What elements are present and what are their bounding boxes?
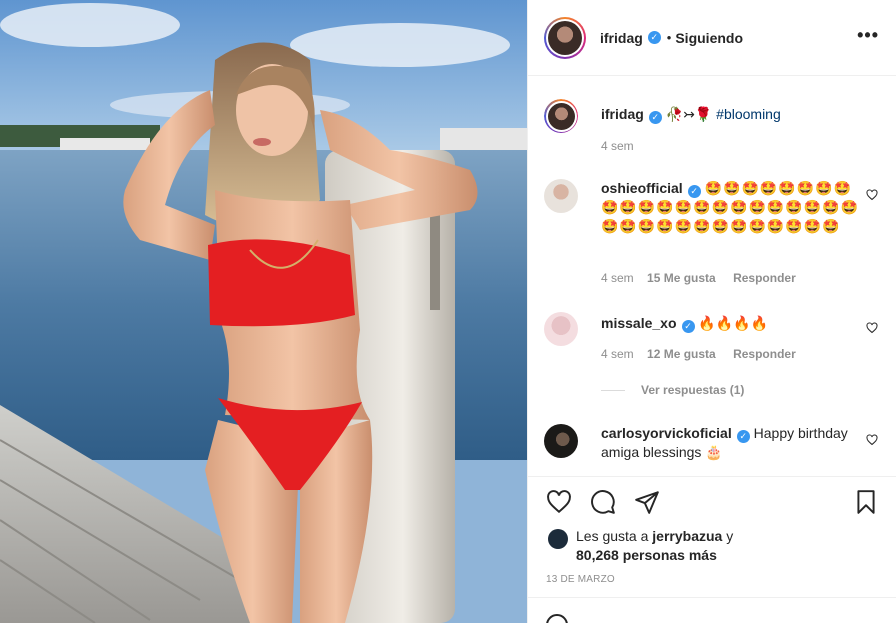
verified-badge-icon: ✓: [736, 430, 750, 443]
post-photo-illustration: [0, 0, 527, 623]
like-heart-icon[interactable]: [546, 489, 572, 515]
comment-likes[interactable]: 12 Me gusta: [647, 347, 716, 361]
post-actions: Les gusta a jerrybazua y 80,268 personas…: [528, 476, 896, 623]
comment-username[interactable]: oshieofficial: [601, 180, 683, 196]
save-bookmark-icon[interactable]: [853, 489, 879, 515]
caption-hashtag[interactable]: #blooming: [716, 106, 781, 122]
share-paper-plane-icon[interactable]: [634, 489, 660, 515]
caption-username[interactable]: ifridag: [601, 106, 644, 122]
add-comment-bar: [528, 597, 896, 623]
verified-badge-icon: ✓: [687, 185, 701, 198]
caption-avatar[interactable]: [544, 99, 578, 133]
verified-badge-icon: ✓: [681, 320, 695, 333]
reply-button[interactable]: Responder: [733, 347, 796, 361]
comment-avatar[interactable]: [544, 424, 578, 458]
post-photo[interactable]: [0, 0, 527, 623]
verified-badge-icon: ✓: [647, 31, 661, 44]
likes-prefix: Les gusta a: [576, 528, 649, 544]
view-replies-label: Ver respuestas (1): [641, 383, 745, 397]
comment-avatar[interactable]: [544, 312, 578, 346]
author-avatar[interactable]: [544, 16, 586, 59]
caption-time[interactable]: 4 sem: [601, 139, 634, 153]
follow-separator: •: [666, 30, 672, 45]
emoji-smiley-icon[interactable]: [546, 614, 568, 623]
comment-text: 🔥🔥🔥🔥: [698, 315, 769, 331]
comment-time[interactable]: 4 sem: [601, 347, 634, 361]
post-header: ifridag ✓ • Siguiendo •••: [528, 0, 896, 76]
comment-time[interactable]: 4 sem: [601, 271, 634, 285]
comment-bubble-icon[interactable]: [590, 489, 616, 515]
liker-avatar[interactable]: [548, 529, 568, 549]
comment-username[interactable]: carlosyorvickoficial: [601, 425, 732, 441]
replies-divider: [601, 389, 625, 391]
author-username[interactable]: ifridag: [600, 30, 643, 46]
following-button[interactable]: Siguiendo: [675, 30, 743, 46]
likes-count[interactable]: 80,268 personas más: [576, 547, 717, 563]
liker-username[interactable]: jerrybazua: [652, 528, 722, 544]
post-date[interactable]: 13 DE MARZO: [546, 574, 615, 585]
like-comment-heart-icon[interactable]: [866, 189, 878, 201]
post-side-panel: ifridag ✓ • Siguiendo ••• ifridag ✓ 🥀↣🌹 #…: [527, 0, 896, 623]
view-replies-button[interactable]: Ver respuestas (1): [601, 383, 744, 397]
likes-connector: y: [726, 528, 734, 544]
like-comment-heart-icon[interactable]: [866, 434, 878, 446]
comment-avatar[interactable]: [544, 179, 578, 213]
like-comment-heart-icon[interactable]: [866, 322, 878, 334]
more-options-icon[interactable]: •••: [857, 26, 879, 44]
caption-emojis: 🥀↣🌹: [665, 106, 713, 122]
comments-list[interactable]: ifridag ✓ 🥀↣🌹 #blooming 4 sem oshieoffici…: [528, 77, 896, 475]
comment-likes[interactable]: 15 Me gusta: [647, 271, 716, 285]
verified-badge-icon: ✓: [648, 111, 662, 124]
comment-username[interactable]: missale_xo: [601, 315, 677, 331]
reply-button[interactable]: Responder: [733, 271, 796, 285]
